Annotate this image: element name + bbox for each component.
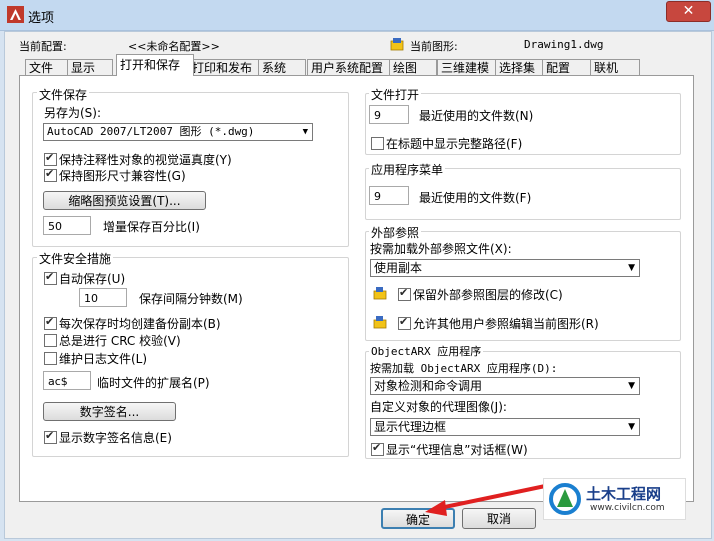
xref-title: 外部参照 xyxy=(369,224,422,241)
proxy-dialog-label: 显示“代理信息”对话框(W) xyxy=(386,443,528,457)
file-safety-title: 文件安全措施 xyxy=(37,250,114,267)
annotative-fidelity-label: 保持注释性对象的视觉逼真度(Y) xyxy=(59,153,232,167)
proxy-image-value: 显示代理边框 xyxy=(374,420,447,434)
temp-extension-label: 临时文件的扩展名(P) xyxy=(97,376,210,390)
chevron-down-icon: ▼ xyxy=(628,263,635,273)
save-as-label: 另存为(S): xyxy=(44,106,102,120)
full-path-checkbox[interactable] xyxy=(371,137,384,150)
file-open-title: 文件打开 xyxy=(369,86,422,103)
watermark-name: 土木工程网 xyxy=(586,485,662,503)
xref-layer-icon xyxy=(373,287,387,300)
log-file-checkbox[interactable] xyxy=(44,352,57,365)
incremental-save-input[interactable]: 50 xyxy=(43,216,91,235)
current-config-label: 当前配置: xyxy=(19,40,67,53)
show-digsig-label: 显示数字签名信息(E) xyxy=(59,431,172,445)
watermark-url: www.civilcn.com xyxy=(590,503,665,513)
retain-xref-layers-label: 保留外部参照图层的修改(C) xyxy=(413,288,563,302)
close-button[interactable]: ✕ xyxy=(666,1,711,22)
tab-online[interactable]: 联机 xyxy=(590,59,640,76)
tab-user-preferences[interactable]: 用户系统配置 xyxy=(307,59,394,76)
tab-drafting[interactable]: 绘图 xyxy=(389,59,437,76)
log-file-label: 维护日志文件(L) xyxy=(59,352,148,366)
xref-edit-icon xyxy=(373,316,387,329)
chevron-down-icon: ▼ xyxy=(628,422,635,432)
incremental-save-label: 增量保存百分比(I) xyxy=(103,220,200,234)
allow-xref-edit-checkbox[interactable] xyxy=(398,315,411,330)
tab-system[interactable]: 系统 xyxy=(258,59,306,76)
drawing-icon xyxy=(390,38,404,51)
chevron-down-icon: ▼ xyxy=(302,127,308,137)
annotation-arrow-icon xyxy=(425,483,551,516)
tab-display[interactable]: 显示 xyxy=(67,59,113,76)
retain-xref-layers-checkbox[interactable] xyxy=(398,286,411,301)
objectarx-title: ObjectARX 应用程序 xyxy=(369,343,484,359)
digital-signatures-button[interactable]: 数字签名... xyxy=(43,402,176,421)
thumbnail-settings-button[interactable]: 缩略图预览设置(T)... xyxy=(43,191,206,210)
tab-3d-modeling[interactable]: 三维建模 xyxy=(437,59,500,76)
crc-check-label: 总是进行 CRC 校验(V) xyxy=(59,334,181,348)
annotative-fidelity-checkbox[interactable] xyxy=(44,151,57,166)
save-interval-label: 保存间隔分钟数(M) xyxy=(139,292,243,306)
app-menu-recent-label: 最近使用的文件数(F) xyxy=(419,191,532,205)
autocad-app-icon xyxy=(7,6,24,23)
current-drawing-label: 当前图形: xyxy=(410,40,458,53)
save-as-dropdown[interactable]: AutoCAD 2007/LT2007 图形 (*.dwg) ▼ xyxy=(43,123,313,141)
full-path-label: 在标题中显示完整路径(F) xyxy=(386,137,523,151)
app-menu-title: 应用程序菜单 xyxy=(369,161,446,178)
recent-files-input[interactable]: 9 xyxy=(369,105,409,124)
civilcn-logo-icon xyxy=(549,483,581,515)
file-save-title: 文件保存 xyxy=(37,86,90,103)
tab-open-save[interactable]: 打开和保存 xyxy=(116,54,194,76)
current-drawing-value: Drawing1.dwg xyxy=(524,38,604,51)
drawing-size-compat-label: 保持图形尺寸兼容性(G) xyxy=(59,169,186,183)
tab-selection[interactable]: 选择集 xyxy=(495,59,545,76)
app-menu-recent-input[interactable]: 9 xyxy=(369,186,409,205)
backup-copy-checkbox[interactable] xyxy=(44,315,57,330)
show-digsig-checkbox[interactable] xyxy=(44,429,57,444)
proxy-dialog-checkbox[interactable] xyxy=(371,441,384,456)
proxy-image-dropdown[interactable]: 显示代理边框 ▼ xyxy=(370,418,640,436)
backup-copy-label: 每次保存时均创建备份副本(B) xyxy=(59,317,221,331)
temp-extension-input[interactable]: ac$ xyxy=(43,371,91,390)
tab-profiles[interactable]: 配置 xyxy=(542,59,592,76)
xref-demand-value: 使用副本 xyxy=(374,261,423,275)
recent-files-label: 最近使用的文件数(N) xyxy=(419,109,534,123)
save-interval-input[interactable]: 10 xyxy=(79,288,127,307)
crc-check-checkbox[interactable] xyxy=(44,334,57,347)
allow-xref-edit-label: 允许其他用户参照编辑当前图形(R) xyxy=(413,317,599,331)
watermark: 土木工程网 www.civilcn.com xyxy=(543,478,686,520)
objectarx-demand-label: 按需加载 ObjectARX 应用程序(D): xyxy=(370,362,558,375)
objectarx-demand-dropdown[interactable]: 对象检测和命令调用 ▼ xyxy=(370,377,640,395)
save-as-value: AutoCAD 2007/LT2007 图形 (*.dwg) xyxy=(47,125,255,138)
window-title: 选项 xyxy=(28,11,55,26)
drawing-size-compat-checkbox[interactable] xyxy=(44,167,57,182)
xref-demand-label: 按需加载外部参照文件(X): xyxy=(370,242,512,256)
autosave-checkbox[interactable] xyxy=(44,270,57,285)
proxy-image-label: 自定义对象的代理图像(J): xyxy=(370,400,507,414)
autosave-label: 自动保存(U) xyxy=(59,272,126,286)
xref-demand-dropdown[interactable]: 使用副本 ▼ xyxy=(370,259,640,277)
objectarx-demand-value: 对象检测和命令调用 xyxy=(374,379,483,393)
current-config-value: <<未命名配置>> xyxy=(128,40,220,53)
tab-files[interactable]: 文件 xyxy=(25,59,70,76)
options-dialog: 选项 ✕ 当前配置: <<未命名配置>> 当前图形: Drawing1.dwg … xyxy=(0,0,714,541)
title-bar[interactable]: 选项 ✕ xyxy=(0,0,714,31)
tab-plot-publish[interactable]: 打印和发布 xyxy=(188,59,264,76)
chevron-down-icon: ▼ xyxy=(628,381,635,391)
